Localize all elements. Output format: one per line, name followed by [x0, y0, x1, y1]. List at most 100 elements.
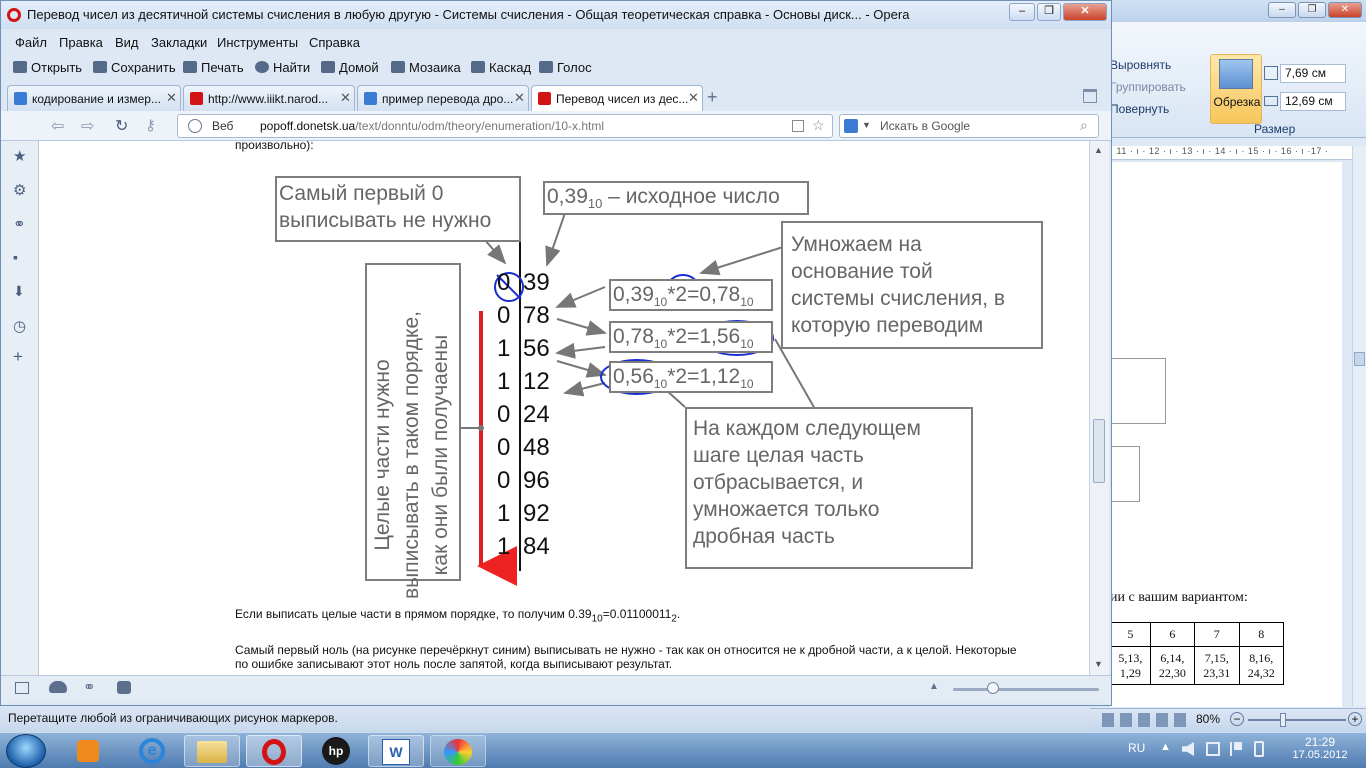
tab-close-icon[interactable]: ✕ — [166, 90, 177, 106]
tile-icon — [391, 61, 405, 73]
taskbar-paint[interactable] — [430, 735, 486, 767]
home-button[interactable]: Домой — [321, 60, 379, 75]
box-first-zero-line: Самый первый 0 — [279, 182, 444, 205]
taskbar-explorer[interactable] — [184, 735, 240, 767]
page-zoom-slider[interactable] — [953, 688, 1099, 691]
notification-icon[interactable] — [117, 681, 131, 694]
google-icon[interactable] — [844, 119, 858, 133]
scroll-up-icon[interactable]: ▲ — [1094, 145, 1103, 155]
rss-icon[interactable] — [792, 120, 804, 132]
cascade-button[interactable]: Каскад — [471, 60, 531, 75]
menubar: Файл Правка Вид Закладки Инструменты Спр… — [1, 31, 1111, 53]
word-close-button[interactable]: ✕ — [1328, 2, 1362, 18]
box-source-number: 0,3910 – исходное число — [543, 181, 809, 215]
zoom-slider[interactable] — [1248, 719, 1346, 721]
links-icon[interactable]: ⚭ — [13, 215, 26, 233]
menu-view[interactable]: Вид — [115, 35, 139, 50]
source-caption: – исходное число — [602, 185, 780, 208]
history-icon[interactable]: ◷ — [13, 317, 26, 335]
voice-button[interactable]: Голос — [539, 60, 592, 75]
find-button[interactable]: Найти — [255, 60, 310, 75]
open-button[interactable]: Открыть — [13, 60, 82, 75]
group-button[interactable]: Группировать — [1110, 80, 1186, 94]
battery-icon[interactable] — [1254, 741, 1264, 757]
panel-toggle-icon[interactable] — [15, 682, 29, 694]
network-icon[interactable] — [1206, 742, 1220, 756]
width-field[interactable]: 12,69 см — [1280, 92, 1346, 111]
bookmark-star-icon[interactable]: ☆ — [812, 117, 825, 134]
save-button[interactable]: Сохранить — [93, 60, 176, 75]
print-button[interactable]: Печать — [183, 60, 244, 75]
taskbar-word[interactable]: W — [368, 735, 424, 767]
taskbar-ie[interactable]: e — [124, 735, 180, 767]
word-scrollbar[interactable] — [1352, 146, 1366, 706]
tab-2[interactable]: http://www.iiikt.narod... ✕ — [183, 85, 355, 111]
rotate-button[interactable]: Повернуть — [1110, 102, 1169, 116]
zoom-slider-thumb[interactable] — [1280, 713, 1286, 727]
menu-file[interactable]: Файл — [15, 35, 47, 50]
taskbar-opera[interactable] — [246, 735, 302, 767]
zoom-up-icon[interactable]: ▲ — [929, 681, 939, 692]
scroll-thumb[interactable] — [1093, 419, 1105, 483]
page-scrollbar[interactable]: ▲ ▼ — [1089, 141, 1109, 675]
word-maximize-button[interactable]: ❐ — [1298, 2, 1326, 18]
tab-close-icon[interactable]: ✕ — [688, 90, 699, 106]
word-minimize-button[interactable]: – — [1268, 2, 1296, 18]
cloud-icon[interactable] — [49, 681, 67, 693]
crop-button[interactable]: Обрезка — [1210, 54, 1262, 124]
flag-icon[interactable] — [1230, 742, 1242, 756]
height-field[interactable]: 7,69 см — [1280, 64, 1346, 83]
back-icon[interactable]: ⇦ — [51, 116, 64, 136]
add-panel-icon[interactable]: + — [13, 347, 23, 367]
minimize-button[interactable]: – — [1009, 3, 1035, 21]
tab-4-active[interactable]: Перевод чисел из дес... ✕ — [531, 85, 703, 111]
close-button[interactable]: ✕ — [1063, 3, 1107, 21]
tile-button[interactable]: Мозаика — [391, 60, 461, 75]
view-buttons[interactable] — [1102, 713, 1186, 727]
equation-3: 0,5610*2=1,1210 — [609, 361, 773, 393]
width-icon — [1264, 96, 1278, 106]
address-bar[interactable]: Веб popoff.donetsk.ua/text/donntu/odm/th… — [177, 114, 833, 138]
taskbar-media-player[interactable] — [60, 735, 116, 767]
downloads-icon[interactable]: ⬇ — [13, 283, 25, 300]
digit-row: 0 39 — [495, 269, 555, 302]
gear-icon[interactable]: ⚙ — [13, 181, 26, 199]
bookmarks-star-icon[interactable]: ★ — [13, 147, 26, 165]
scroll-down-icon[interactable]: ▼ — [1094, 659, 1103, 669]
tile-label: Мозаика — [409, 60, 461, 75]
search-go-icon[interactable]: ⌕ — [1080, 117, 1088, 134]
menu-edit[interactable]: Правка — [59, 35, 103, 50]
trash-icon[interactable] — [1083, 89, 1097, 103]
tab-close-icon[interactable]: ✕ — [514, 90, 525, 106]
align-button[interactable]: Выровнять — [1110, 58, 1171, 72]
menu-tools[interactable]: Инструменты — [217, 35, 298, 50]
tab-1[interactable]: кодирование и измер... ✕ — [7, 85, 181, 111]
table-head-cell: 6 — [1149, 622, 1196, 647]
language-indicator[interactable]: RU — [1128, 741, 1145, 755]
conversion-figure: Самый первый 0 выписывать не нужно 0,391… — [235, 171, 1055, 599]
vertical-note-line: как они были получаены — [429, 334, 452, 576]
taskbar-hp[interactable]: hp — [308, 735, 364, 767]
search-box[interactable]: ▼ Искать в Google ⌕ — [839, 114, 1099, 138]
fraction-digits: 39 — [523, 269, 550, 296]
volume-icon[interactable] — [1182, 742, 1194, 756]
tab-3[interactable]: пример перевода дро... ✕ — [357, 85, 529, 111]
share-icon[interactable]: ⚭ — [83, 678, 96, 696]
forward-icon[interactable]: ⇨ — [81, 116, 94, 136]
tab-close-icon[interactable]: ✕ — [340, 90, 351, 106]
zoom-out-icon[interactable]: − — [1230, 712, 1244, 726]
chevron-down-icon[interactable]: ▼ — [862, 120, 871, 130]
start-button[interactable] — [6, 734, 46, 768]
notes-icon[interactable]: ▪ — [13, 249, 18, 265]
page-zoom-thumb[interactable] — [987, 682, 999, 694]
key-icon[interactable]: ⚷ — [145, 116, 156, 134]
new-tab-icon[interactable]: + — [707, 87, 718, 108]
clock[interactable]: 21:29 17.05.2012 — [1290, 735, 1350, 761]
menu-help[interactable]: Справка — [309, 35, 360, 50]
zoom-in-icon[interactable]: + — [1348, 712, 1362, 726]
maximize-button[interactable]: ❐ — [1037, 3, 1061, 21]
reload-icon[interactable]: ↻ — [115, 116, 128, 136]
word-scroll-thumb[interactable] — [1354, 352, 1365, 366]
tray-expand-icon[interactable]: ▲ — [1160, 741, 1171, 753]
menu-bookmarks[interactable]: Закладки — [151, 35, 207, 50]
